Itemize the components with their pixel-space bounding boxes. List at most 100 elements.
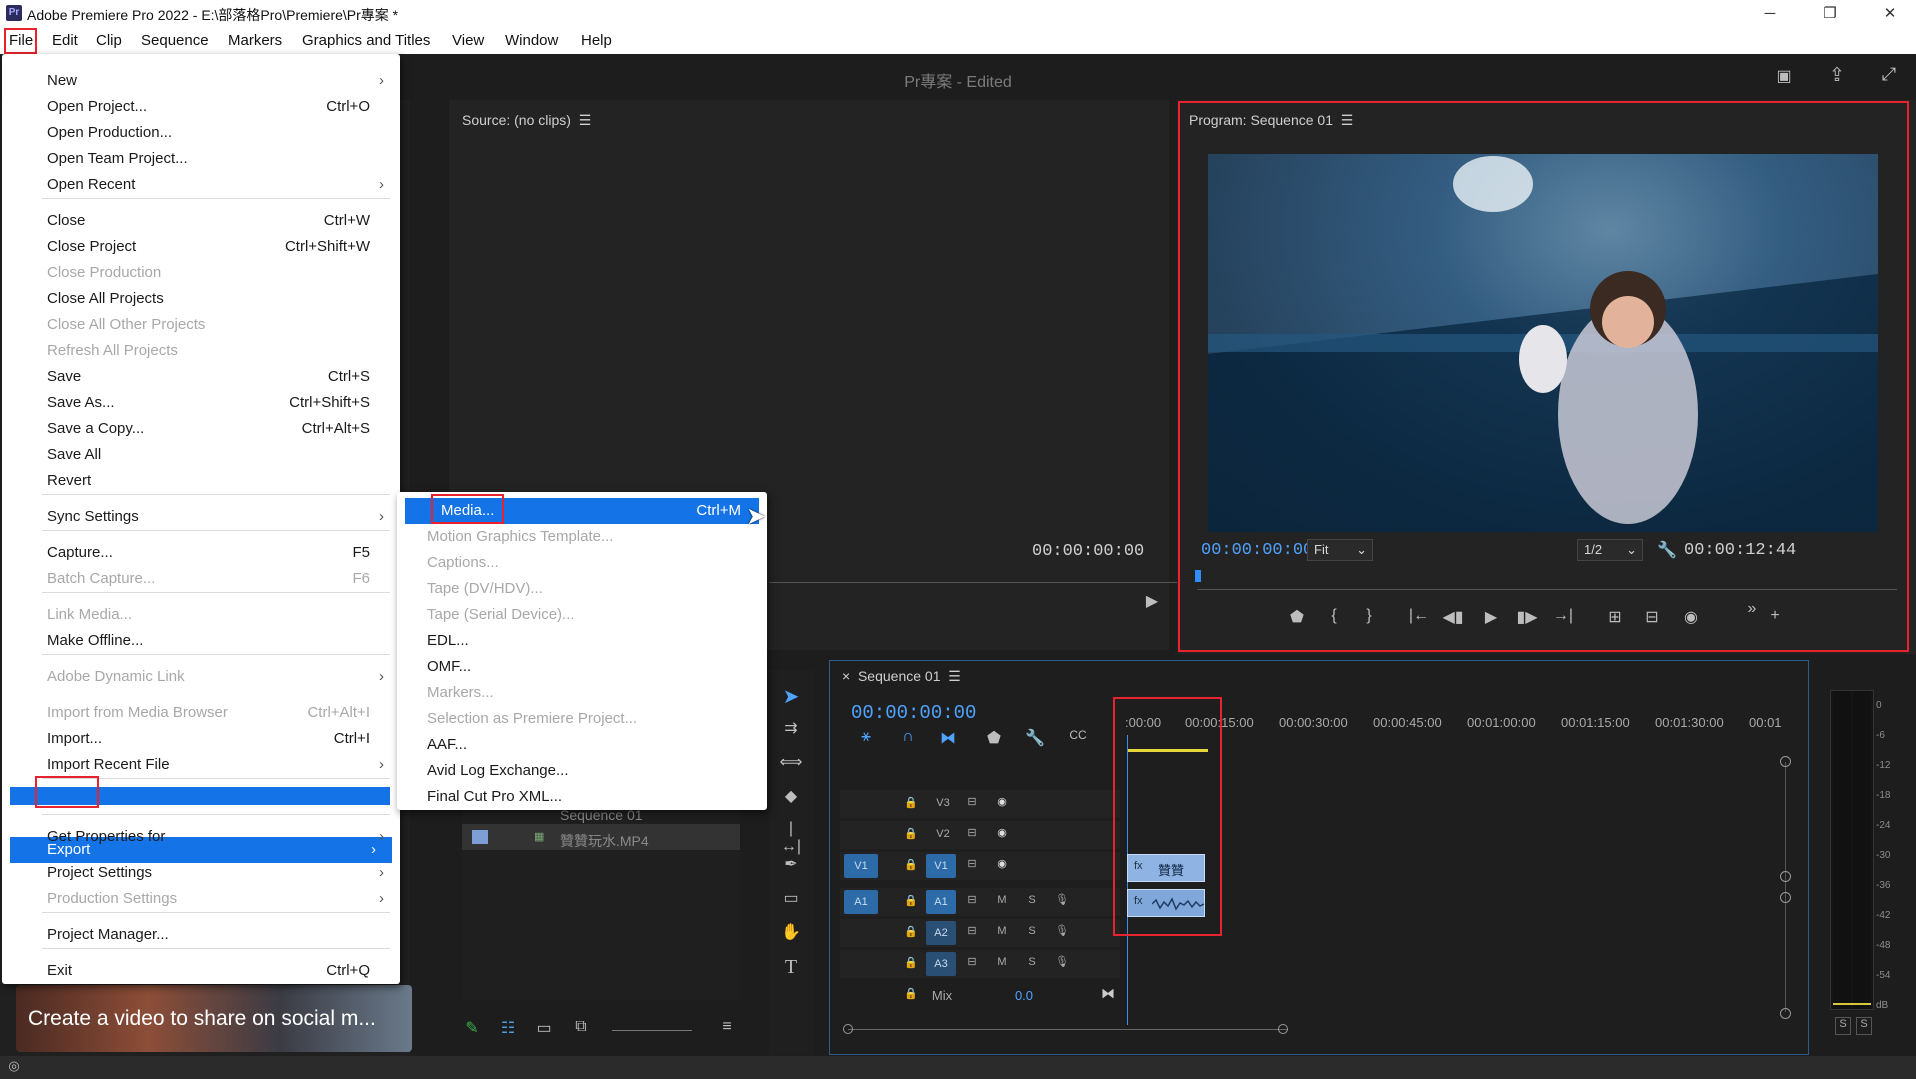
export-menu-item[interactable]: Avid Log Exchange... bbox=[397, 758, 767, 784]
export-menu-item[interactable]: EDL... bbox=[397, 628, 767, 654]
learn-thumbnail[interactable]: Create a video to share on social m... bbox=[16, 985, 412, 1052]
mix-bowtie-icon[interactable]: ⧓ bbox=[1098, 985, 1118, 1002]
file-menu-item[interactable]: Close Project Ctrl+Shift+W bbox=[2, 234, 400, 260]
file-menu-item[interactable]: Open Recent › bbox=[2, 172, 400, 198]
timeline-ruler[interactable]: :00:00 00:00:15:00 00:00:30:00 00:00:45:… bbox=[1125, 715, 1815, 745]
sync-lock-icon[interactable]: ⊟ bbox=[962, 924, 982, 937]
file-menu-item[interactable]: Close All Projects bbox=[2, 286, 400, 312]
scroll-handle-mid[interactable] bbox=[1780, 871, 1791, 882]
sync-lock-icon[interactable]: ⊟ bbox=[962, 857, 982, 870]
microphone-icon[interactable]: 🎙 bbox=[1052, 955, 1072, 968]
lock-icon[interactable]: 🔒 bbox=[904, 956, 918, 969]
file-menu-item[interactable]: Open Team Project... bbox=[2, 146, 400, 172]
timeline-tab[interactable]: × Sequence 01 ☰ bbox=[842, 668, 961, 685]
freeform-view-icon[interactable]: ⧉ bbox=[570, 1018, 592, 1036]
ripple-edit-tool-icon[interactable]: ⟺ bbox=[779, 752, 803, 772]
solo-button[interactable]: S bbox=[1022, 956, 1042, 968]
file-menu-item[interactable]: Open Project... Ctrl+O bbox=[2, 94, 400, 120]
minimize-button[interactable]: ─ bbox=[1750, 3, 1790, 25]
file-menu-item[interactable]: Save As... Ctrl+Shift+S bbox=[2, 390, 400, 416]
panel-menu-icon[interactable]: ☰ bbox=[941, 668, 961, 684]
eye-icon[interactable]: ◉ bbox=[992, 795, 1012, 808]
file-menu-item[interactable]: Project Manager... bbox=[2, 922, 400, 948]
project-item-clip[interactable]: 贊贊玩水.MP4 bbox=[560, 831, 649, 851]
track-target-a3[interactable]: A3 bbox=[926, 952, 956, 976]
razor-tool-icon[interactable]: ◆ bbox=[779, 786, 803, 806]
microphone-icon[interactable]: 🎙 bbox=[1052, 893, 1072, 906]
export-menu-item[interactable]: AAF... bbox=[397, 732, 767, 758]
scroll-handle-left[interactable] bbox=[843, 1024, 853, 1034]
solo-button[interactable]: S bbox=[1022, 894, 1042, 906]
file-menu-item[interactable]: Get Properties for › bbox=[2, 824, 400, 850]
hand-tool-icon[interactable]: ✋ bbox=[779, 922, 803, 942]
menu-help[interactable]: Help bbox=[581, 31, 612, 51]
file-menu-item[interactable]: Save Ctrl+S bbox=[2, 364, 400, 390]
export-menu-item[interactable]: OMF... bbox=[397, 654, 767, 680]
menu-markers[interactable]: Markers bbox=[228, 31, 282, 51]
source-patch-v1[interactable]: V1 bbox=[844, 854, 878, 878]
close-icon[interactable]: × bbox=[842, 668, 858, 684]
menu-view[interactable]: View bbox=[452, 31, 484, 51]
share-icon[interactable]: ⇪ bbox=[1825, 64, 1849, 87]
file-menu-item[interactable]: New › bbox=[2, 68, 400, 94]
lock-icon[interactable]: 🔒 bbox=[904, 827, 918, 840]
source-patch-a1[interactable]: A1 bbox=[844, 890, 878, 914]
lock-icon[interactable]: 🔒 bbox=[904, 925, 918, 938]
maximize-button[interactable]: ❐ bbox=[1810, 3, 1850, 25]
file-menu-item[interactable]: Exit Ctrl+Q bbox=[2, 958, 400, 984]
lock-icon[interactable]: 🔒 bbox=[904, 858, 918, 871]
lock-icon[interactable]: 🔒 bbox=[904, 894, 918, 907]
scroll-handle-top[interactable] bbox=[1780, 756, 1791, 767]
icon-view-icon[interactable]: ▭ bbox=[534, 1018, 554, 1038]
eye-icon[interactable]: ◉ bbox=[992, 826, 1012, 839]
zoom-slider[interactable] bbox=[612, 1030, 692, 1031]
sync-lock-icon[interactable]: ⊟ bbox=[962, 826, 982, 839]
lock-icon[interactable]: 🔒 bbox=[904, 987, 918, 1000]
pencil-icon[interactable]: ✎ bbox=[462, 1018, 482, 1038]
eye-icon[interactable]: ◉ bbox=[992, 857, 1012, 870]
menu-edit[interactable]: Edit bbox=[52, 31, 78, 51]
play-icon[interactable]: ▶ bbox=[1137, 591, 1167, 611]
vertical-scrollbar[interactable] bbox=[1785, 762, 1786, 1012]
file-menu-item[interactable]: Sync Settings › bbox=[2, 504, 400, 530]
file-menu-item[interactable]: Close Ctrl+W bbox=[2, 208, 400, 234]
type-tool-icon[interactable]: T bbox=[779, 956, 803, 979]
scroll-handle-right[interactable] bbox=[1278, 1024, 1288, 1034]
linked-selection-icon[interactable]: ⧓ bbox=[938, 728, 958, 748]
selection-tool-icon[interactable]: ➤ bbox=[779, 684, 803, 709]
sync-lock-icon[interactable]: ⊟ bbox=[962, 795, 982, 808]
solo-right-button[interactable]: S bbox=[1856, 1017, 1872, 1035]
mute-button[interactable]: M bbox=[992, 956, 1012, 968]
file-menu-item[interactable]: Save All bbox=[2, 442, 400, 468]
file-menu-item[interactable]: Open Production... bbox=[2, 120, 400, 146]
scroll-handle-mid2[interactable] bbox=[1780, 892, 1791, 903]
panel-menu-icon[interactable]: ☰ bbox=[575, 112, 592, 128]
export-menu-item[interactable]: Final Cut Pro XML... bbox=[397, 784, 767, 810]
timeline-timecode[interactable]: 00:00:00:00 bbox=[851, 702, 976, 724]
menu-window[interactable]: Window bbox=[505, 31, 558, 51]
sync-lock-icon[interactable]: ⊟ bbox=[962, 955, 982, 968]
source-title[interactable]: Source: (no clips) ☰ bbox=[462, 112, 591, 129]
sync-lock-icon[interactable]: ⊟ bbox=[962, 893, 982, 906]
fullscreen-icon[interactable]: ⤢ bbox=[1877, 64, 1901, 85]
mix-value[interactable]: 0.0 bbox=[1004, 988, 1044, 1003]
snap-magnet-icon[interactable]: ∩ bbox=[898, 728, 918, 746]
background-tasks-icon[interactable]: ◎ bbox=[4, 1058, 24, 1074]
lock-icon[interactable]: 🔒 bbox=[904, 796, 918, 809]
menu-graphics-titles[interactable]: Graphics and Titles bbox=[302, 31, 430, 51]
sort-icon[interactable]: ≡ bbox=[717, 1018, 737, 1036]
track-target-a1[interactable]: A1 bbox=[926, 890, 956, 914]
file-menu-item[interactable]: Import... Ctrl+I bbox=[2, 726, 400, 752]
solo-button[interactable]: S bbox=[1022, 925, 1042, 937]
file-menu-item[interactable]: Save a Copy... Ctrl+Alt+S bbox=[2, 416, 400, 442]
file-menu-item[interactable]: Revert bbox=[2, 468, 400, 494]
mute-button[interactable]: M bbox=[992, 894, 1012, 906]
pen-tool-icon[interactable]: ✒ bbox=[779, 854, 803, 874]
menu-sequence[interactable]: Sequence bbox=[141, 31, 209, 51]
mute-button[interactable]: M bbox=[992, 925, 1012, 937]
snap-nest-icon[interactable]: ⚹ bbox=[856, 728, 876, 746]
close-button[interactable]: ✕ bbox=[1870, 3, 1910, 25]
file-menu-item[interactable]: Capture... F5 bbox=[2, 540, 400, 566]
horizontal-scrollbar[interactable] bbox=[848, 1029, 1288, 1030]
add-marker-icon[interactable]: ⬟ bbox=[984, 728, 1004, 748]
